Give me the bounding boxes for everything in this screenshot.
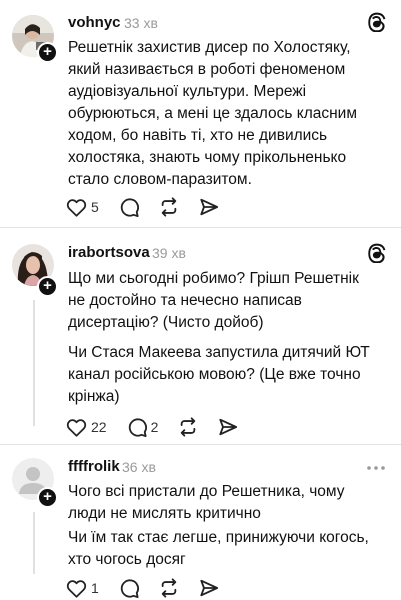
post-actions: 1 bbox=[66, 577, 239, 599]
send-icon bbox=[219, 418, 238, 436]
comment-icon bbox=[120, 198, 139, 217]
like-count: 5 bbox=[91, 199, 99, 215]
threads-logo-icon[interactable] bbox=[367, 12, 387, 32]
post-text: Решетнік захистив дисер по Холостяку, як… bbox=[68, 39, 357, 188]
post-actions: 22 2 bbox=[66, 416, 258, 438]
post-1: + vohnyc 33 хв Решетнік захистив дисер п… bbox=[0, 0, 401, 225]
post-3: + ffffrolik 36 хв Чого всі пристали до Р… bbox=[0, 445, 401, 600]
reply-button[interactable]: 2 bbox=[127, 417, 159, 437]
reply-count: 2 bbox=[150, 419, 159, 435]
repost-icon bbox=[161, 578, 177, 598]
post-text: Чого всі пристали до Решетника, чому люд… bbox=[68, 483, 345, 522]
follow-plus-icon[interactable]: + bbox=[37, 487, 58, 508]
follow-plus-icon[interactable]: + bbox=[37, 42, 58, 63]
share-button[interactable] bbox=[199, 578, 219, 598]
reply-button[interactable] bbox=[119, 578, 139, 598]
heart-icon bbox=[66, 198, 87, 217]
like-button[interactable]: 5 bbox=[66, 198, 99, 217]
repost-icon bbox=[181, 417, 196, 437]
like-button[interactable]: 22 bbox=[66, 418, 107, 437]
repost-button[interactable] bbox=[159, 197, 179, 217]
username[interactable]: irabortsova bbox=[68, 244, 150, 261]
post-text: Що ми сьогодні робимо? Грішп Решетнік не… bbox=[68, 270, 359, 331]
post-text: Чи Стася Макеева запустила дитячий ЮТ ка… bbox=[68, 344, 370, 405]
username[interactable]: vohnyc bbox=[68, 14, 121, 31]
timestamp: 36 хв bbox=[122, 459, 156, 475]
repost-button[interactable] bbox=[159, 578, 179, 598]
timestamp: 39 хв bbox=[152, 245, 186, 261]
threads-logo-icon[interactable] bbox=[367, 243, 387, 263]
like-count: 22 bbox=[91, 419, 107, 435]
like-button[interactable]: 1 bbox=[66, 579, 99, 598]
follow-plus-icon[interactable]: + bbox=[37, 276, 58, 297]
comment-icon bbox=[120, 579, 139, 598]
comment-icon bbox=[128, 418, 147, 437]
username[interactable]: ffffrolik bbox=[68, 458, 120, 475]
post-text: Чи їм так стає легше, принижуючи когось,… bbox=[68, 529, 369, 568]
post-2: + irabortsova 39 хв Що ми сьогодні робим… bbox=[0, 228, 401, 442]
send-icon bbox=[200, 579, 218, 597]
repost-button[interactable] bbox=[178, 417, 198, 437]
more-icon[interactable] bbox=[365, 463, 387, 473]
repost-icon bbox=[161, 197, 177, 217]
reply-button[interactable] bbox=[119, 197, 139, 217]
thread-line bbox=[33, 300, 35, 426]
heart-icon bbox=[66, 579, 87, 598]
send-icon bbox=[200, 198, 218, 216]
thread-line bbox=[33, 512, 35, 574]
like-count: 1 bbox=[91, 580, 99, 596]
share-button[interactable] bbox=[199, 197, 219, 217]
post-actions: 5 bbox=[66, 196, 239, 218]
share-button[interactable] bbox=[218, 417, 238, 437]
heart-icon bbox=[66, 418, 87, 437]
timestamp: 33 хв bbox=[124, 15, 158, 31]
